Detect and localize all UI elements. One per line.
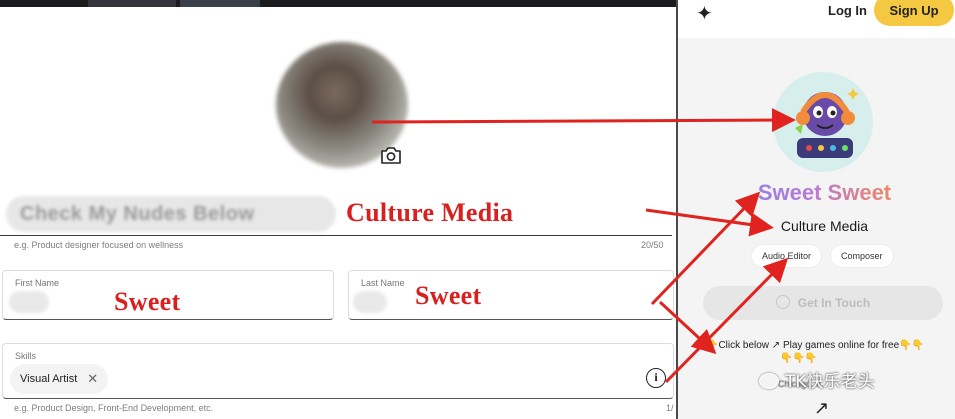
first-name-value-blurred: [9, 291, 49, 313]
last-name-label: Last Name: [361, 278, 405, 288]
profile-tagline: Culture Media: [780, 218, 869, 234]
external-link-icon[interactable]: ↗: [814, 398, 829, 419]
annotation-sweet-first: Sweet: [114, 287, 181, 316]
remove-chip-icon[interactable]: ✕: [87, 371, 98, 387]
watermark-text: TK快乐老头: [785, 372, 875, 392]
last-name-value-blurred: [353, 291, 387, 313]
media-thumbnail[interactable]: [88, 0, 176, 7]
top-media-strip: [0, 0, 676, 7]
skills-char-counter: 1/: [666, 403, 674, 413]
profile-name: Sweet Sweet: [678, 180, 955, 206]
headline-value-blurred: Check My Nudes Below: [6, 196, 336, 232]
profile-bio: 👇Click below ↗ Play games online for fre…: [706, 339, 946, 365]
profile-editor-panel: Check My Nudes Below e.g. Product design…: [0, 0, 676, 419]
bio-emoji-tail: 👇👇: [899, 340, 925, 351]
bio-line-2: 👇👇👇: [780, 353, 818, 364]
signup-button[interactable]: Sign Up: [874, 0, 954, 26]
last-name-field[interactable]: Last Name: [348, 270, 674, 320]
skill-tags: Audio Editor Composer: [752, 245, 893, 267]
profile-preview-panel: ✦ Log In Sign Up Sweet Sweet Culture Med…: [676, 0, 955, 419]
login-link[interactable]: Log In: [828, 3, 867, 18]
skills-helper-text: e.g. Product Design, Front-End Developme…: [14, 403, 214, 413]
headline-char-counter: 20/50: [641, 240, 664, 250]
get-in-touch-button[interactable]: Get In Touch: [703, 286, 943, 320]
first-name-label: First Name: [15, 278, 60, 288]
media-thumbnail[interactable]: [180, 0, 260, 7]
watermark: TK快乐老头: [759, 367, 875, 392]
annotation-culture-media: Culture Media: [346, 198, 514, 227]
skill-chip[interactable]: Visual Artist ✕: [10, 364, 109, 394]
skills-label: Skills: [15, 351, 37, 361]
get-in-touch-label: Get In Touch: [797, 296, 871, 310]
info-icon[interactable]: i: [646, 368, 666, 388]
annotation-sweet-last: Sweet: [415, 281, 482, 310]
skill-chip-label: Visual Artist: [20, 373, 78, 385]
skill-tag: Composer: [831, 245, 893, 267]
message-icon: [775, 295, 790, 309]
avatar: [773, 72, 873, 172]
headline-helper-text: e.g. Product designer focused on wellnes…: [14, 240, 184, 250]
profile-photo-upload[interactable]: [276, 42, 408, 168]
bio-line-1: 👇Click below ↗ Play games online for fre…: [706, 340, 900, 351]
camera-icon[interactable]: [380, 146, 402, 164]
logo-star-icon[interactable]: ✦: [696, 1, 713, 26]
avatar-illustration: [773, 72, 873, 172]
top-nav: ✦ Log In Sign Up: [678, 0, 955, 38]
wechat-icon: [759, 373, 779, 389]
skill-tag: Audio Editor: [752, 245, 822, 267]
